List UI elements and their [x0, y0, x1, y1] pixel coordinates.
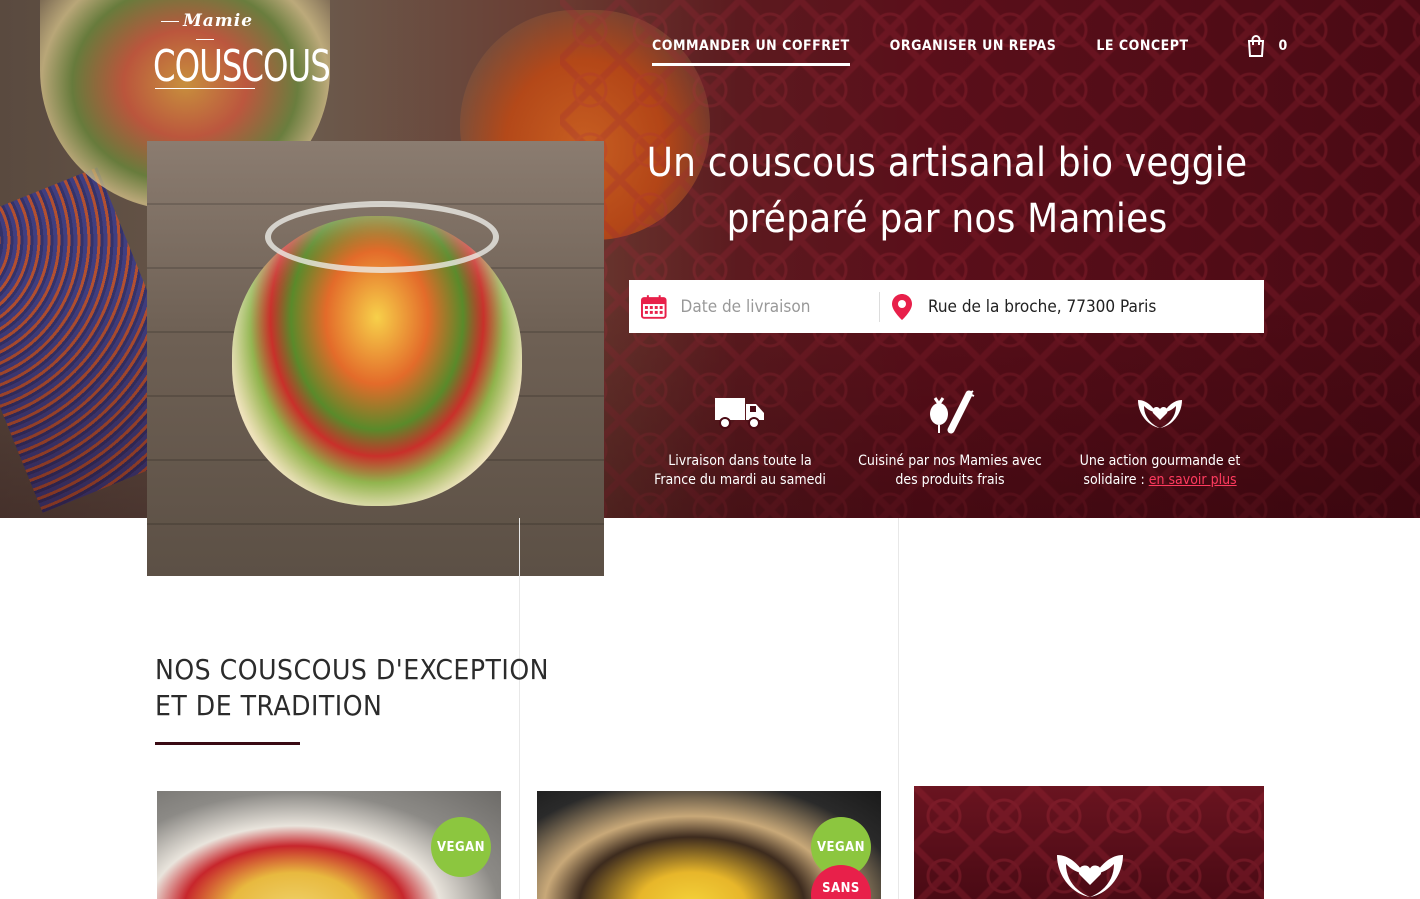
vegan-badge: VEGAN	[431, 817, 491, 877]
hands-heart-icon	[1138, 400, 1182, 428]
feature-solidarity-line-2: solidaire : en savoir plus	[1060, 471, 1260, 490]
main-nav: COMMANDER UN COFFRET ORGANISER UN REPAS …	[652, 35, 1287, 69]
hero-tagline: Un couscous artisanal bio veggie préparé…	[629, 135, 1265, 247]
feature-solidarity-icon-wrap	[1060, 388, 1260, 436]
truck-icon	[715, 398, 764, 429]
nav-commander-coffret[interactable]: COMMANDER UN COFFRET	[652, 38, 850, 66]
shopping-bag-icon	[1247, 35, 1264, 57]
section-title-underline	[155, 742, 300, 745]
feature-cooking-icon-wrap	[850, 388, 1050, 436]
feature-delivery-line-1: Livraison dans toute la	[668, 453, 812, 469]
section-title-line-1: NOS COUSCOUS D'EXCEPTION	[155, 653, 549, 686]
product-card[interactable]: VEGAN	[157, 791, 501, 899]
section-title-line-2: ET DE TRADITION	[155, 689, 383, 722]
vegetables-icon	[930, 390, 975, 434]
nav-organiser-repas[interactable]: ORGANISER UN REPAS	[890, 38, 1057, 66]
feature-cooking-line-1: Cuisiné par nos Mamies avec	[858, 453, 1042, 469]
feature-cooking: Cuisiné par nos Mamies avec des produits…	[850, 388, 1050, 490]
tagline-line-1: Un couscous artisanal bio veggie	[646, 140, 1248, 186]
cart-count: 0	[1278, 38, 1288, 54]
hands-heart-icon	[1057, 855, 1123, 897]
feature-delivery: Livraison dans toute la France du mardi …	[640, 388, 840, 490]
jar-rim	[265, 201, 499, 273]
location-pin-icon	[892, 293, 912, 320]
tagline-line-2: préparé par nos Mamies	[726, 196, 1168, 242]
delivery-date-input[interactable]	[678, 295, 879, 318]
cart-button[interactable]: 0	[1247, 35, 1288, 69]
learn-more-link[interactable]: en savoir plus	[1149, 472, 1237, 488]
gluten-free-badge: SANS	[811, 865, 871, 899]
logo[interactable]: Mamie COUSCOUS	[153, 12, 331, 91]
product-card[interactable]: VEGAN SANS	[537, 791, 881, 899]
feature-solidarity-line-1: Une action gourmande et	[1079, 453, 1241, 469]
nav-le-concept[interactable]: LE CONCEPT	[1096, 38, 1188, 66]
feature-solidarity-prefix: solidaire :	[1083, 472, 1149, 488]
delivery-date-field[interactable]	[629, 291, 880, 322]
section-title: NOS COUSCOUS D'EXCEPTION ET DE TRADITION	[155, 652, 549, 724]
feature-cooking-line-2: des produits frais	[895, 472, 1005, 488]
hero-product-photo	[147, 141, 604, 576]
feature-solidarity: Une action gourmande et solidaire : en s…	[1060, 388, 1260, 490]
column-divider	[898, 518, 899, 899]
features-row: Livraison dans toute la France du mardi …	[640, 388, 1260, 490]
address-field[interactable]	[880, 280, 1230, 333]
address-input[interactable]	[926, 295, 1230, 318]
solidarity-promo-card[interactable]	[914, 786, 1264, 899]
feature-delivery-icon-wrap	[640, 388, 840, 436]
logo-big-text: COUSCOUS	[153, 42, 331, 92]
delivery-search-bar	[629, 280, 1264, 333]
calendar-icon	[641, 294, 667, 319]
feature-delivery-line-2: France du mardi au samedi	[654, 472, 826, 488]
